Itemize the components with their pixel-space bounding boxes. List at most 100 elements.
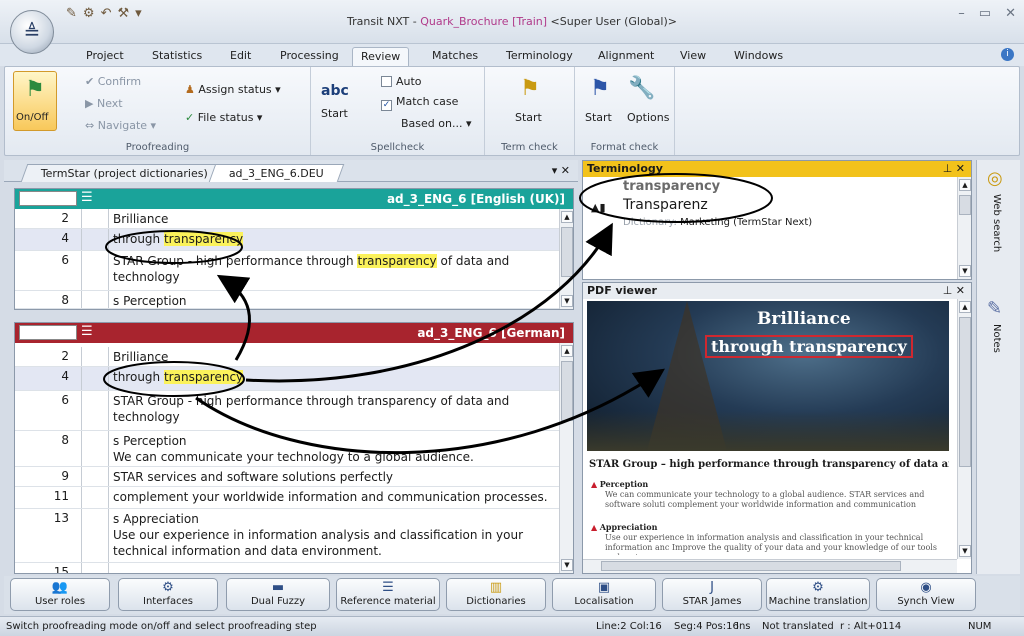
onoff-label: On/Off	[16, 112, 49, 123]
segment-text: STAR Group - high performance through	[113, 254, 358, 268]
termcheck-start-button[interactable]: Start	[515, 111, 542, 124]
formatcheck-options-button[interactable]: Options	[627, 111, 669, 124]
reference-icon: ☰	[382, 580, 394, 595]
table-row[interactable]: 15	[15, 563, 561, 573]
table-row[interactable]: 4 through transparency	[15, 229, 561, 251]
scroll-down-icon[interactable]: ▼	[959, 545, 971, 557]
tab-view[interactable]: View	[672, 47, 714, 66]
scroll-down-icon[interactable]: ▼	[959, 265, 971, 277]
scrollbar[interactable]: ▲ ▼	[957, 177, 971, 279]
segment-number: 13	[53, 511, 69, 525]
tab-review[interactable]: Review	[352, 47, 410, 66]
tab-windows[interactable]: Windows	[726, 47, 791, 66]
scroll-thumb[interactable]	[561, 361, 573, 421]
horizontal-scrollbar[interactable]	[583, 559, 957, 573]
books-icon: ▥	[489, 580, 503, 595]
scroll-down-icon[interactable]: ▼	[561, 559, 573, 571]
tab-termstar[interactable]: TermStar (project dictionaries)	[20, 164, 229, 182]
notes-icon[interactable]: ✎	[987, 298, 1002, 319]
interfaces-button[interactable]: ⚙ Interfaces	[118, 578, 218, 611]
list-icon[interactable]: ☰	[81, 190, 93, 205]
match-case-checkbox[interactable]: ✓ Match case	[381, 95, 458, 111]
next-button[interactable]: ▶ Next	[85, 97, 123, 110]
spellcheck-start-button[interactable]: abc Start	[321, 73, 361, 131]
navigate-button[interactable]: ⇔ Navigate ▾	[85, 119, 156, 132]
pin-close-icon[interactable]: ⊥ ✕	[943, 283, 965, 299]
scrollbar[interactable]: ▲ ▼	[559, 343, 573, 573]
tab-matches[interactable]: Matches	[424, 47, 486, 66]
notes-tab[interactable]: Notes	[991, 324, 1002, 353]
based-on-label: Based on...	[401, 117, 463, 130]
tab-statistics[interactable]: Statistics	[144, 47, 210, 66]
minimize-icon[interactable]: –	[958, 6, 965, 21]
reference-material-button[interactable]: ☰ Reference material	[336, 578, 440, 611]
close-icon[interactable]: ✕	[1005, 6, 1016, 21]
scroll-up-icon[interactable]: ▲	[959, 301, 971, 313]
tab-edit[interactable]: Edit	[222, 47, 259, 66]
formatcheck-start-button[interactable]: Start	[585, 111, 612, 124]
scroll-down-icon[interactable]: ▼	[561, 295, 573, 307]
scroll-thumb[interactable]	[959, 195, 971, 215]
confirm-button[interactable]: ✔ Confirm	[85, 75, 141, 88]
window-controls: – ▭ ✕	[958, 6, 1016, 21]
ribbon-tabs: Project Statistics Edit Processing Revie…	[0, 44, 1024, 66]
star-james-button[interactable]: J STAR James	[662, 578, 762, 611]
table-row[interactable]: 2 Brilliance	[15, 347, 561, 367]
auto-checkbox-box[interactable]	[381, 76, 392, 87]
proofreading-group-label: Proofreading	[125, 142, 190, 153]
scroll-up-icon[interactable]: ▲	[561, 345, 573, 357]
table-row[interactable]: 6 STAR Group - high performance through t…	[15, 391, 561, 431]
auto-checkbox[interactable]: Auto	[381, 75, 422, 88]
table-row[interactable]: 6 STAR Group - high performance through t…	[15, 251, 561, 291]
localisation-button[interactable]: ▣ Localisation	[552, 578, 656, 611]
pin-close-icon[interactable]: ⊥ ✕	[943, 161, 965, 177]
match-case-checkbox-box[interactable]: ✓	[381, 100, 392, 111]
segment-number: 8	[61, 433, 69, 447]
file-status-button[interactable]: ✓ File status ▾	[185, 111, 262, 124]
tab-ad3-deu[interactable]: ad_3_ENG_6.DEU	[208, 164, 345, 182]
web-search-tab[interactable]: Web search	[991, 194, 1002, 252]
machine-translation-button[interactable]: ⚙ Machine translation	[766, 578, 870, 611]
onoff-button[interactable]: ⚑ On/Off	[13, 71, 57, 131]
tab-termstar-label: TermStar (project dictionaries)	[40, 167, 208, 180]
assign-status-button[interactable]: ♟ Assign status ▾	[185, 83, 281, 96]
tab-alignment[interactable]: Alignment	[590, 47, 662, 66]
interfaces-label: Interfaces	[143, 596, 193, 607]
synch-view-button[interactable]: ◉ Synch View	[876, 578, 976, 611]
tab-project[interactable]: Project	[78, 47, 132, 66]
app-menu-button[interactable]: ≜	[10, 10, 54, 54]
help-icon[interactable]: i	[1001, 48, 1014, 61]
status-insert-mode: Ins	[736, 621, 751, 632]
scroll-up-icon[interactable]: ▲	[561, 211, 573, 223]
scrollbar[interactable]: ▲ ▼	[957, 299, 971, 559]
table-row[interactable]: 11 complement your worldwide information …	[15, 487, 561, 509]
table-row[interactable]: 13 s Appreciation Use our experience in in…	[15, 509, 561, 563]
tab-terminology[interactable]: Terminology	[498, 47, 581, 66]
segment-filter-box[interactable]	[19, 191, 77, 206]
scroll-thumb[interactable]	[561, 227, 573, 277]
based-on-dropdown[interactable]: Based on... ▾	[401, 117, 472, 130]
segment-filter-box[interactable]	[19, 325, 77, 340]
dictionaries-button[interactable]: ▥ Dictionaries	[446, 578, 546, 611]
scroll-thumb[interactable]	[959, 317, 971, 467]
tab-processing[interactable]: Processing	[272, 47, 347, 66]
scroll-thumb[interactable]	[601, 561, 901, 571]
table-row[interactable]: 2 Brilliance	[15, 209, 561, 229]
source-term: transparency	[623, 179, 721, 194]
table-row[interactable]: 4 through transparency	[15, 367, 561, 391]
table-row[interactable]: 9 STAR services and software solutions pe…	[15, 467, 561, 487]
title-bar: ✎ ⚙ ↶ ⚒ ▾ Transit NXT - Quark_Brochure […	[0, 0, 1024, 44]
dual-fuzzy-button[interactable]: ▬ Dual Fuzzy	[226, 578, 330, 611]
segment-text: Brilliance	[113, 212, 169, 226]
scrollbar[interactable]: ▲ ▼	[559, 209, 573, 309]
dual-fuzzy-label: Dual Fuzzy	[250, 596, 306, 607]
table-row[interactable]: 8 s Perception	[15, 291, 561, 309]
maximize-icon[interactable]: ▭	[979, 6, 991, 21]
user-roles-button[interactable]: 👥 User roles	[10, 578, 110, 611]
target-term[interactable]: Transparenz	[623, 197, 708, 213]
web-search-icon[interactable]: ◎	[987, 168, 1003, 189]
tab-close-icon[interactable]: ▾ ✕	[552, 164, 570, 177]
scroll-up-icon[interactable]: ▲	[959, 179, 971, 191]
table-row[interactable]: 8 s Perception We can communicate your tec…	[15, 431, 561, 467]
list-icon[interactable]: ☰	[81, 324, 93, 339]
